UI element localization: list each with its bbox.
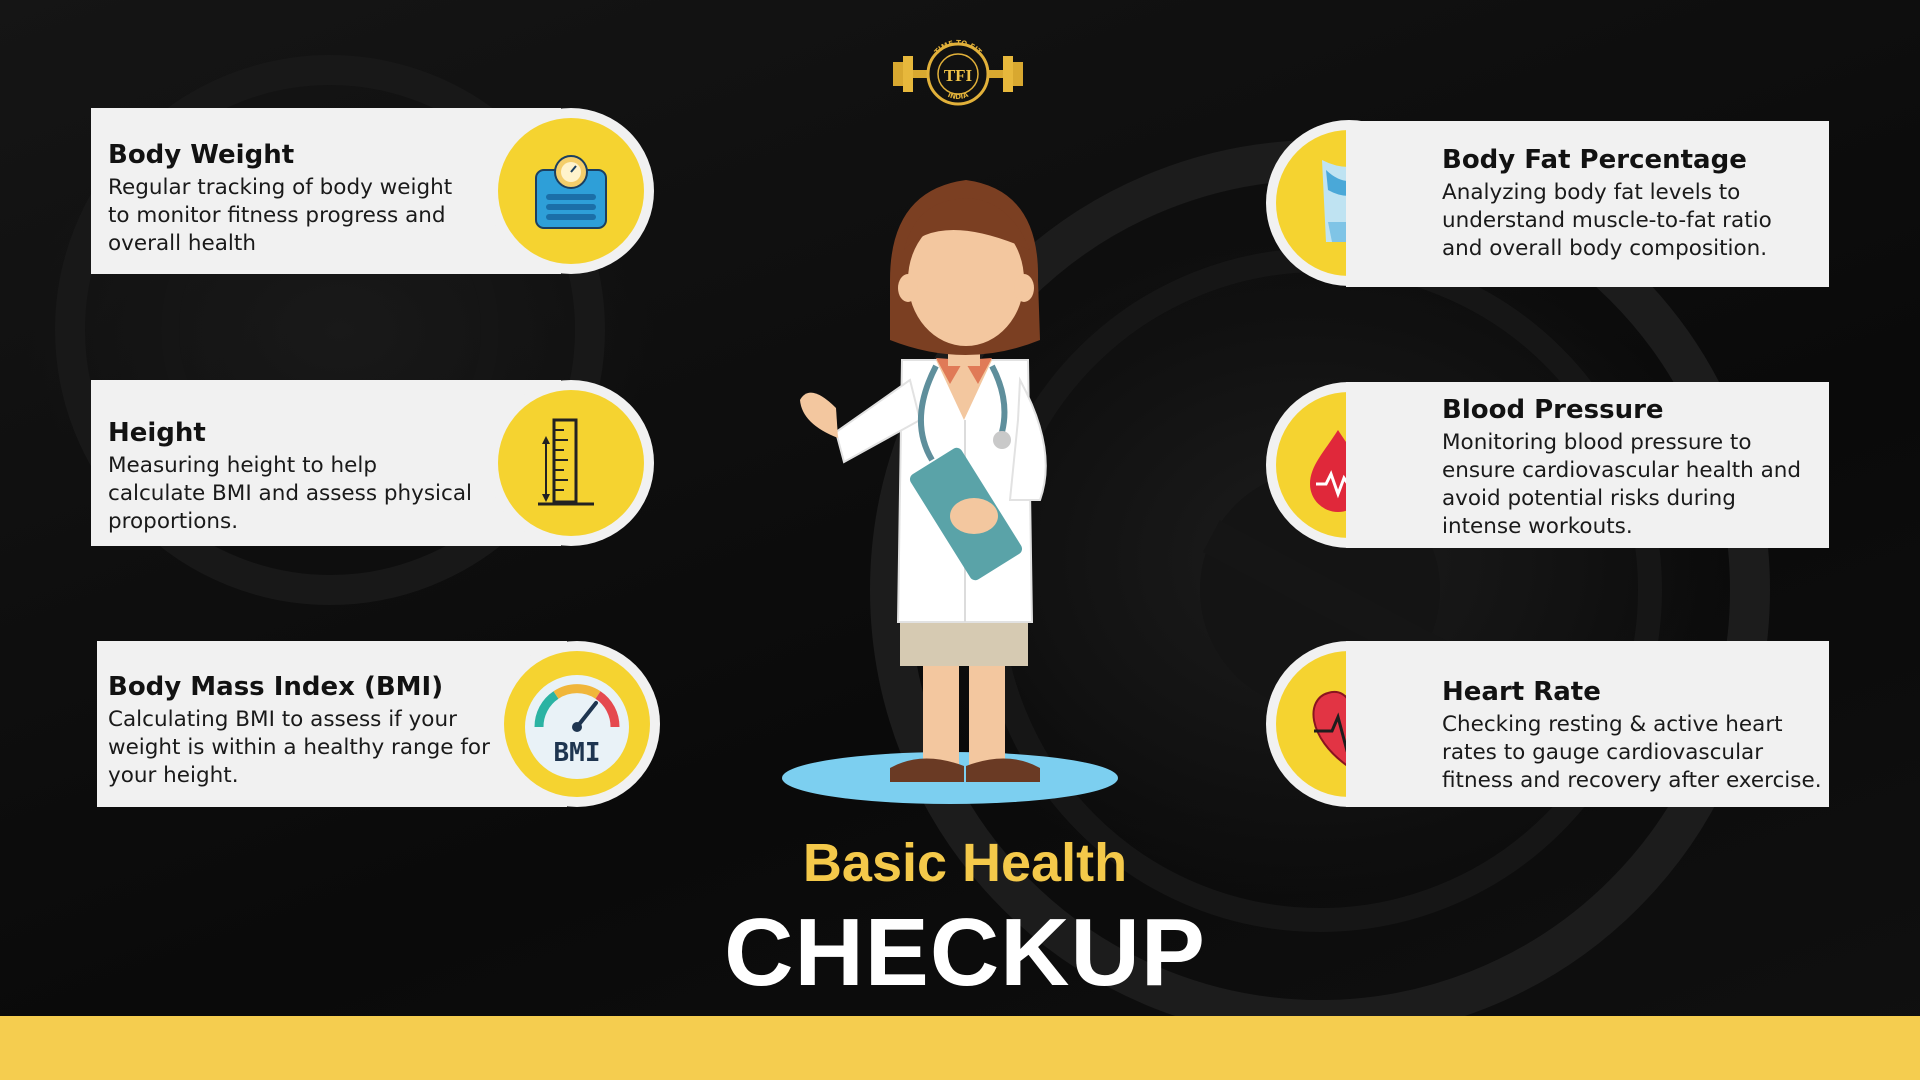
logo-monogram: TFI bbox=[944, 66, 973, 85]
desc-line: Monitoring blood pressure to bbox=[1442, 430, 1752, 455]
card-title: Blood Pressure bbox=[1442, 395, 1664, 425]
card-title: Body Fat Percentage bbox=[1442, 145, 1747, 175]
desc-line: weight is within a healthy range for bbox=[108, 735, 490, 760]
desc-line: avoid potential risks during bbox=[1442, 486, 1736, 511]
card-description: Monitoring blood pressure to ensure card… bbox=[1442, 429, 1827, 541]
card-title: Body Mass Index (BMI) bbox=[108, 672, 444, 702]
desc-line: calculate BMI and assess physical bbox=[108, 481, 472, 506]
desc-line: your height. bbox=[108, 763, 239, 788]
height-measure-icon bbox=[538, 418, 594, 506]
weighing-scale-icon bbox=[535, 155, 607, 229]
card-heart-rate: Heart Rate Checking resting & active hea… bbox=[1346, 641, 1829, 807]
desc-line: overall health bbox=[108, 231, 256, 256]
bmi-gauge-icon: BMI bbox=[525, 675, 629, 779]
footer-band bbox=[0, 1016, 1920, 1080]
desc-line: understand muscle-to-fat ratio bbox=[1442, 208, 1772, 233]
brand-logo: TIME TO FIT INDIA TFI bbox=[891, 30, 1025, 112]
desc-line: rates to gauge cardiovascular bbox=[1442, 740, 1764, 765]
card-body-fat: Body Fat Percentage Analyzing body fat l… bbox=[1346, 121, 1829, 287]
bmi-icon-label: BMI bbox=[554, 738, 601, 768]
desc-line: Calculating BMI to assess if your bbox=[108, 707, 457, 732]
desc-line: and overall body composition. bbox=[1442, 236, 1768, 261]
card-description: Checking resting & active heart rates to… bbox=[1442, 711, 1827, 795]
card-title: Heart Rate bbox=[1442, 677, 1601, 707]
desc-line: fitness and recovery after exercise. bbox=[1442, 768, 1822, 793]
desc-line: proportions. bbox=[108, 509, 239, 534]
card-description: Calculating BMI to assess if your weight… bbox=[108, 706, 518, 790]
card-title: Body Weight bbox=[108, 140, 295, 170]
desc-line: ensure cardiovascular health and bbox=[1442, 458, 1802, 483]
desc-line: intense workouts. bbox=[1442, 514, 1633, 539]
heading-subtitle: Basic Health bbox=[802, 833, 1128, 893]
heading-title: CHECKUP bbox=[724, 899, 1206, 1006]
card-description: Regular tracking of body weight to monit… bbox=[108, 174, 508, 258]
weighing-scale-badge bbox=[488, 108, 654, 274]
desc-line: Checking resting & active heart bbox=[1442, 712, 1783, 737]
height-badge bbox=[488, 380, 654, 546]
card-description: Analyzing body fat levels to understand … bbox=[1442, 179, 1822, 263]
card-blood-pressure: Blood Pressure Monitoring blood pressure… bbox=[1346, 382, 1829, 548]
doctor-illustration bbox=[782, 180, 1118, 804]
desc-line: Regular tracking of body weight bbox=[108, 175, 453, 200]
desc-line: Analyzing body fat levels to bbox=[1442, 180, 1741, 205]
card-title: Height bbox=[108, 418, 206, 448]
desc-line: Measuring height to help bbox=[108, 453, 377, 478]
bmi-badge: BMI bbox=[494, 641, 660, 807]
card-description: Measuring height to help calculate BMI a… bbox=[108, 452, 508, 536]
desc-line: to monitor fitness progress and bbox=[108, 203, 446, 228]
